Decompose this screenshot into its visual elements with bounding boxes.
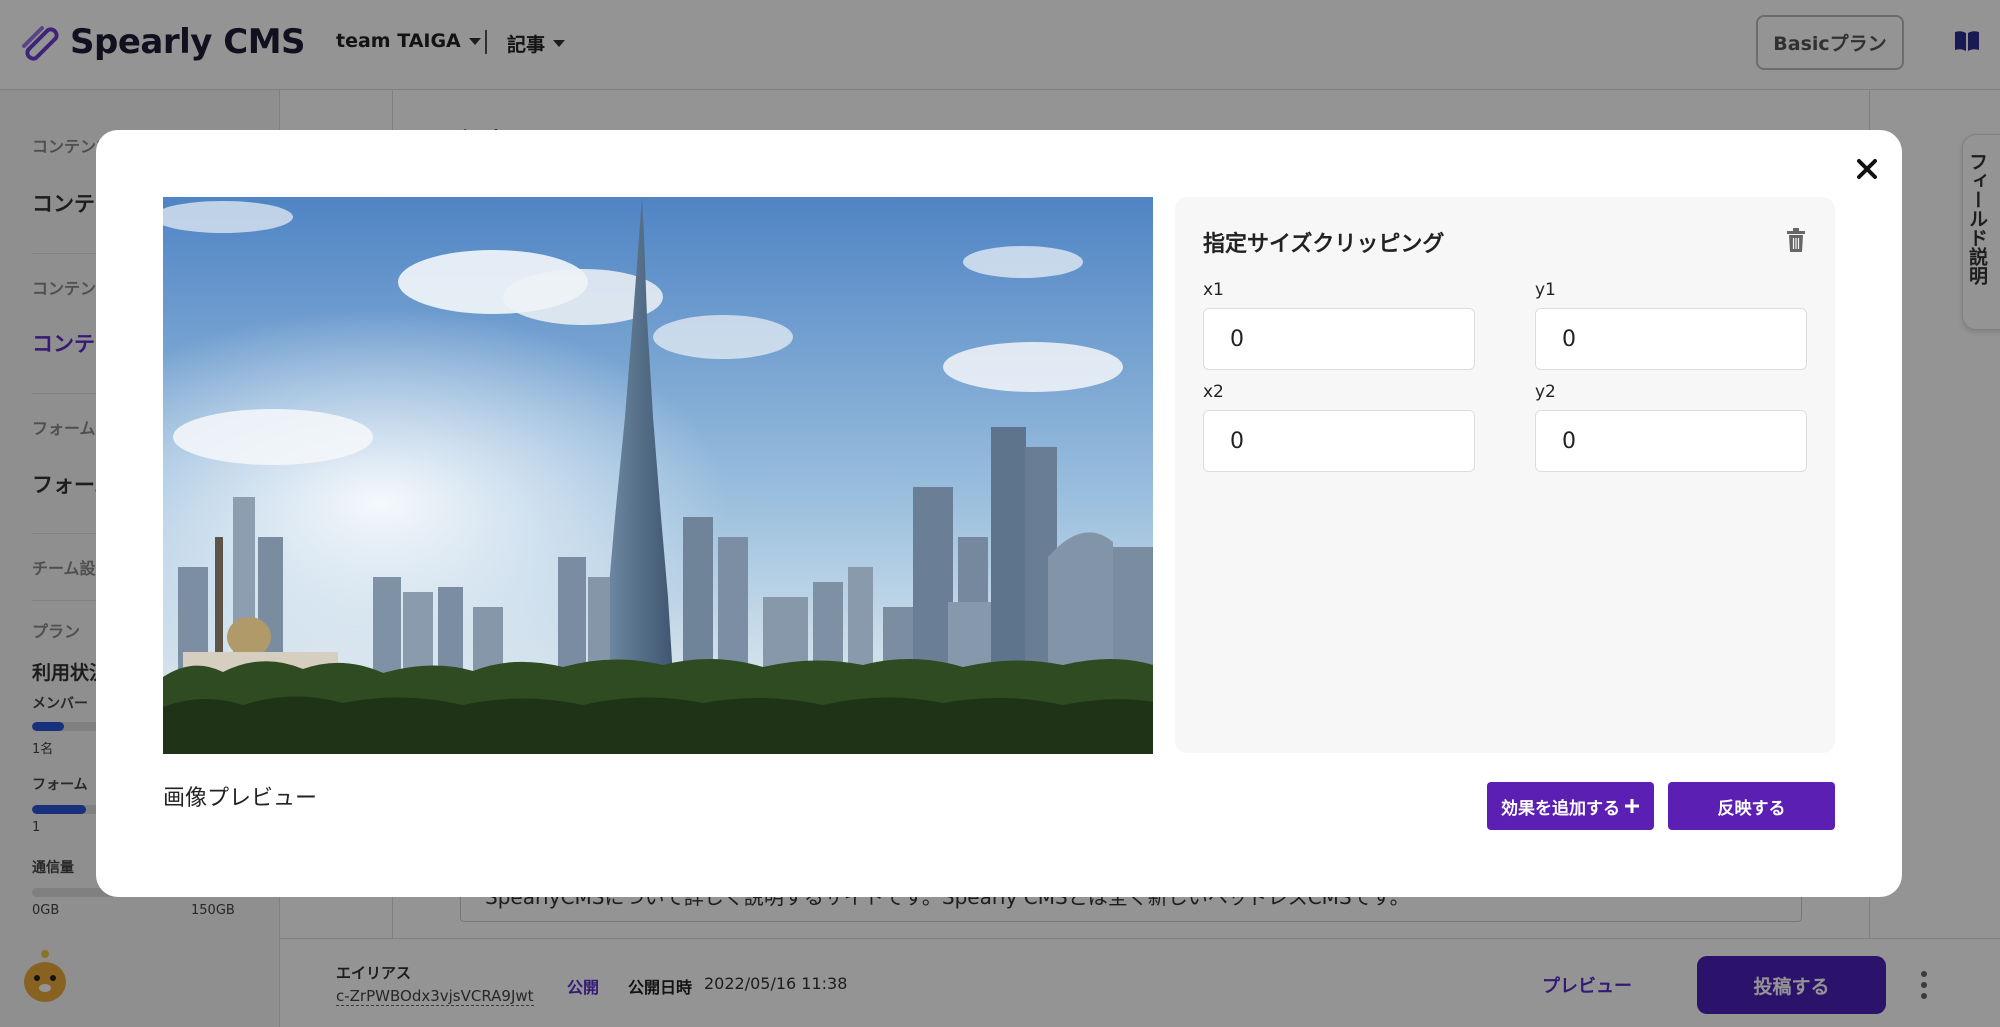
x1-label: x1 <box>1203 280 1224 300</box>
add-effect-button[interactable]: 効果を追加する <box>1487 782 1654 830</box>
y2-field-group: px <box>1535 410 1807 472</box>
clipping-title: 指定サイズクリッピング <box>1203 232 1445 257</box>
x2-input[interactable] <box>1204 411 1474 471</box>
image-preview-caption: 画像プレビュー <box>163 786 318 811</box>
x1-input[interactable] <box>1204 309 1474 369</box>
x1-field-group: px <box>1203 308 1475 370</box>
y2-label: y2 <box>1535 382 1556 402</box>
trash-icon[interactable] <box>1785 228 1807 252</box>
plus-icon <box>1625 799 1639 813</box>
clipping-panel <box>1175 197 1835 753</box>
apply-button[interactable]: 反映する <box>1668 782 1835 830</box>
x2-label: x2 <box>1203 382 1224 402</box>
close-icon[interactable] <box>1853 155 1881 183</box>
y1-field-group: px <box>1535 308 1807 370</box>
city-skyline-image <box>163 197 1153 754</box>
y1-input[interactable] <box>1536 309 1806 369</box>
y2-input[interactable] <box>1536 411 1806 471</box>
y1-label: y1 <box>1535 280 1556 300</box>
x2-field-group: px <box>1203 410 1475 472</box>
add-effect-label: 効果を追加する <box>1501 798 1620 819</box>
image-preview <box>163 197 1153 754</box>
